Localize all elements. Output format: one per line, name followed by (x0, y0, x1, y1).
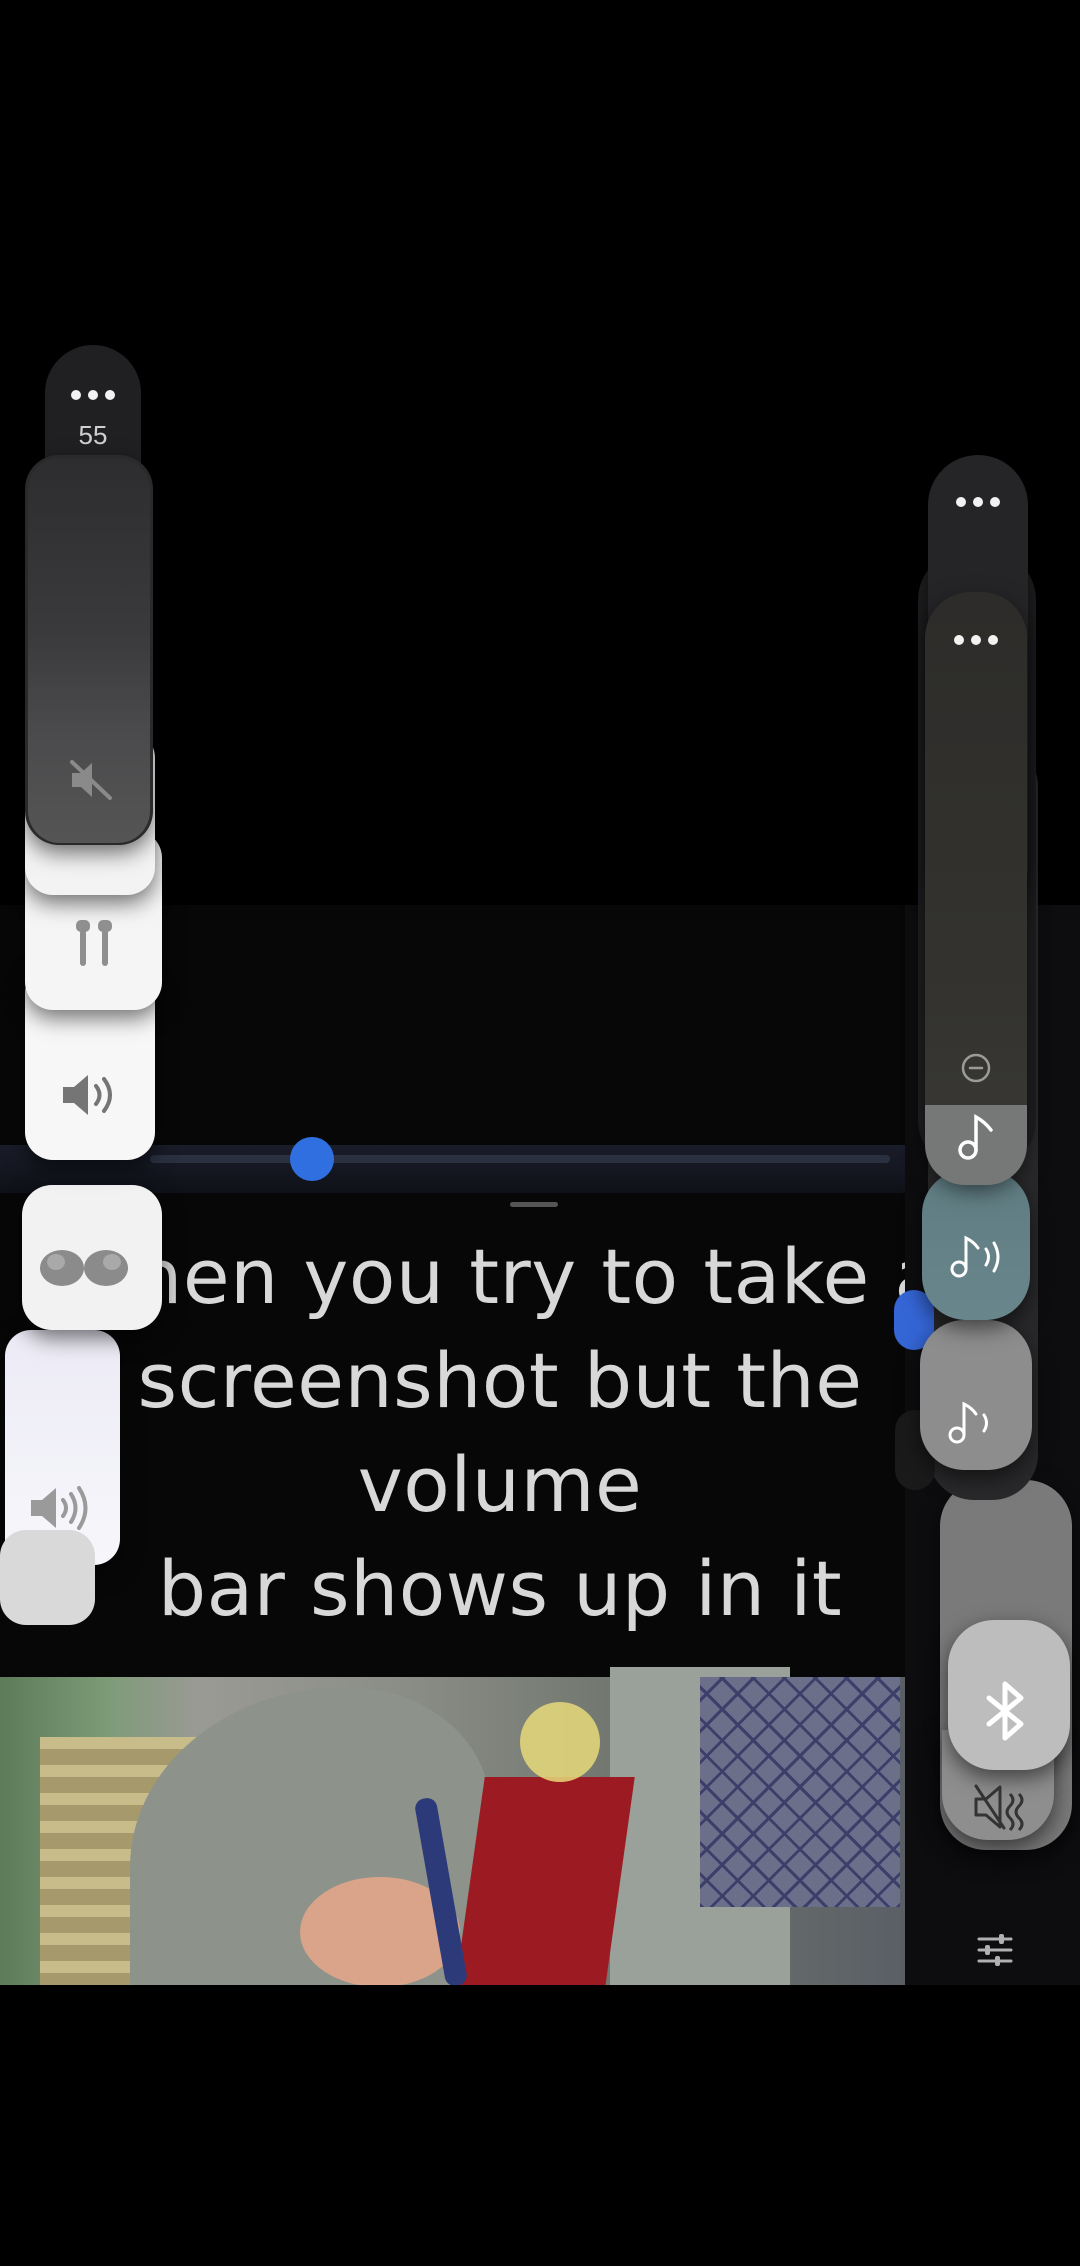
speaker-muted-icon[interactable] (68, 758, 114, 802)
scene-mesh (700, 1677, 900, 1907)
scene-red-shirt (455, 1777, 635, 1985)
media-volume-panel-3[interactable] (920, 1320, 1032, 1470)
scene-glare (520, 1702, 600, 1782)
anime-scene (0, 1667, 905, 1985)
speaker-icon (60, 1070, 122, 1120)
right-volume-panel (925, 592, 1027, 1182)
music-note-icon (955, 1112, 999, 1162)
music-volume-icon (946, 1398, 1002, 1446)
more-options-icon[interactable] (925, 630, 1027, 650)
earbuds-icon (74, 918, 114, 970)
left-panel-layer-6 (0, 1530, 95, 1625)
minus-circle-icon[interactable] (960, 1052, 992, 1084)
music-volume-icon (948, 1232, 1010, 1280)
speaker-loud-icon (28, 1483, 100, 1533)
drag-handle (510, 1202, 558, 1207)
equalizer-icon[interactable] (975, 1930, 1015, 1970)
speaker-muted-icon (972, 1782, 1028, 1832)
caption-line-2: screenshot but the volume (137, 1336, 863, 1529)
progress-track (150, 1155, 890, 1163)
galaxy-buds-icon (36, 1240, 132, 1290)
volume-level-label: 55 (78, 420, 108, 450)
bluetooth-icon (983, 1680, 1029, 1742)
caption-line-3: bar shows up in it (157, 1544, 843, 1633)
progress-thumb (290, 1137, 334, 1181)
more-options-icon[interactable] (928, 492, 1028, 512)
more-options-icon[interactable] (45, 385, 141, 405)
